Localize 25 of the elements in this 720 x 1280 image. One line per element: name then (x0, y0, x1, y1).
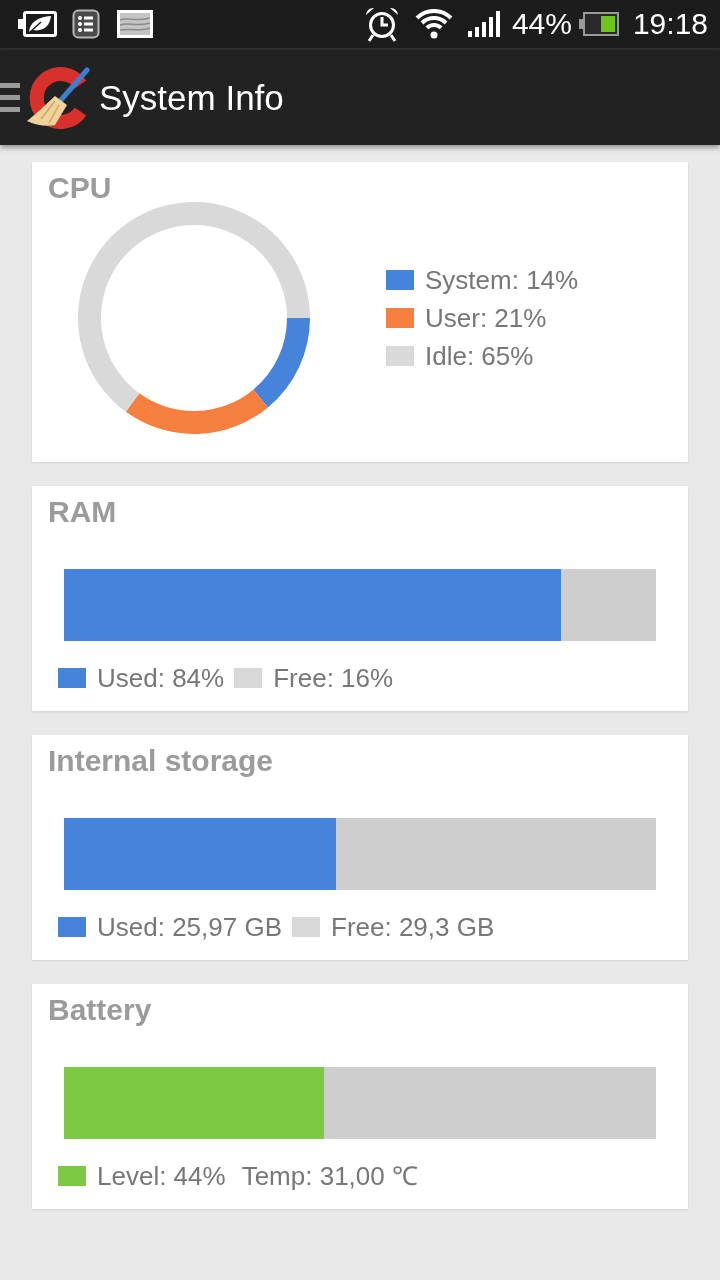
legend-label: Free: 16% (273, 663, 394, 693)
battery-leaf-icon (17, 10, 57, 38)
wifi-icon (413, 9, 454, 39)
broom-logo-icon[interactable] (25, 66, 91, 129)
signal-icon (467, 11, 500, 37)
legend-label: Temp: 31,00 ℃ (241, 1161, 418, 1191)
image-icon (117, 10, 153, 38)
alarm-clock-icon (363, 6, 400, 42)
menu-icon[interactable] (0, 82, 20, 113)
legend-label: Used: 84% (97, 663, 225, 693)
battery-percent: 44% (511, 7, 572, 41)
legend-label: User: 21% (425, 303, 547, 333)
legend-label: Level: 44% (97, 1161, 226, 1191)
card-title: CPU (48, 174, 113, 202)
card-title: RAM (48, 498, 118, 526)
legend-label: Used: 25,97 GB (97, 912, 282, 942)
card-title: Battery (48, 996, 153, 1024)
battery-icon (578, 12, 619, 36)
screen-title: System Info (99, 76, 284, 119)
clock-time: 19:18 (632, 7, 708, 41)
legend-label: Idle: 65% (425, 341, 534, 371)
legend-label: Free: 29,3 GB (331, 912, 495, 942)
card-title: Internal storage (48, 747, 275, 775)
legend-label: System: 14% (425, 265, 579, 295)
list-icon (72, 9, 100, 39)
